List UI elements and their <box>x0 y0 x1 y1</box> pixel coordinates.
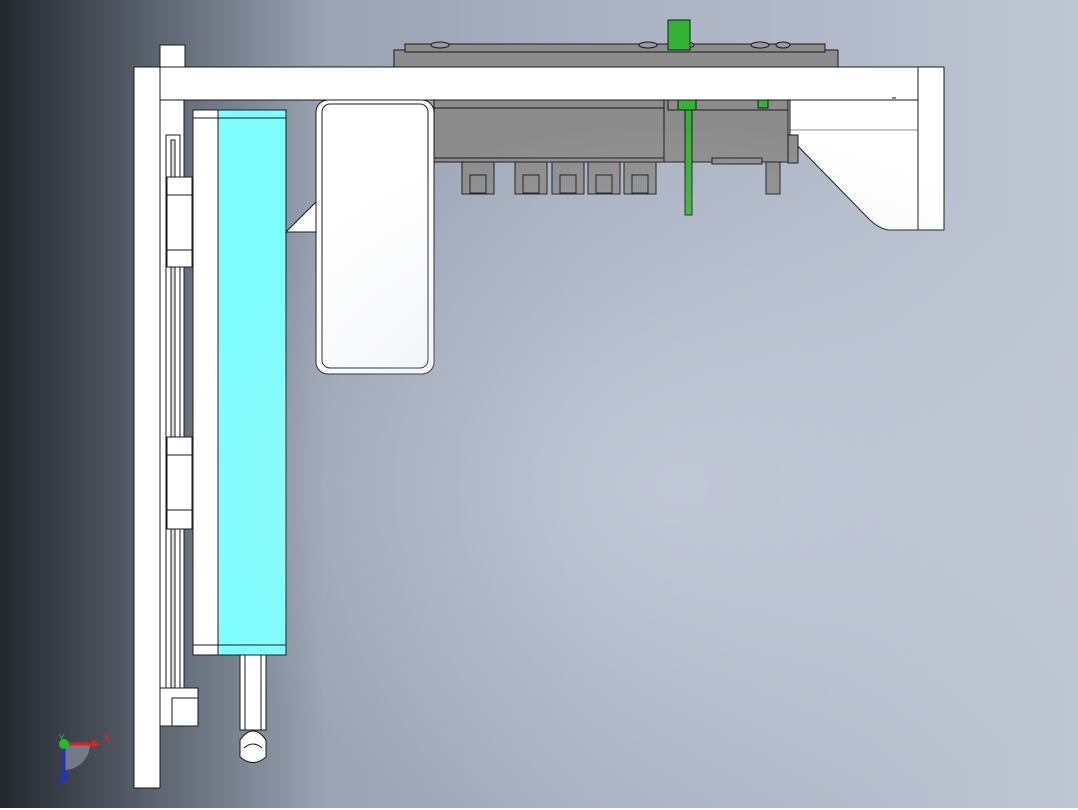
valve-manifold <box>433 99 665 163</box>
actuator-cyan-face <box>217 109 287 656</box>
motor-housing <box>315 99 435 375</box>
z-axis-label: Z <box>58 778 66 791</box>
green-sensor <box>684 99 693 216</box>
green-connector-top <box>667 19 691 51</box>
y-axis-label: Y <box>59 734 65 744</box>
gripper-pin <box>765 161 781 195</box>
coordinate-triad <box>59 739 100 782</box>
cad-graphics-viewport[interactable]: X Y Z <box>0 0 1078 808</box>
left-vertical-plate <box>133 66 161 789</box>
cad-model-drawing[interactable] <box>0 0 1078 808</box>
x-axis-label: X <box>103 732 111 745</box>
top-dark-plate <box>393 41 839 69</box>
main-horizontal-beam <box>133 66 945 101</box>
rod-end <box>239 730 267 763</box>
valve-fittings <box>461 161 657 195</box>
left-top-tab <box>159 44 186 68</box>
